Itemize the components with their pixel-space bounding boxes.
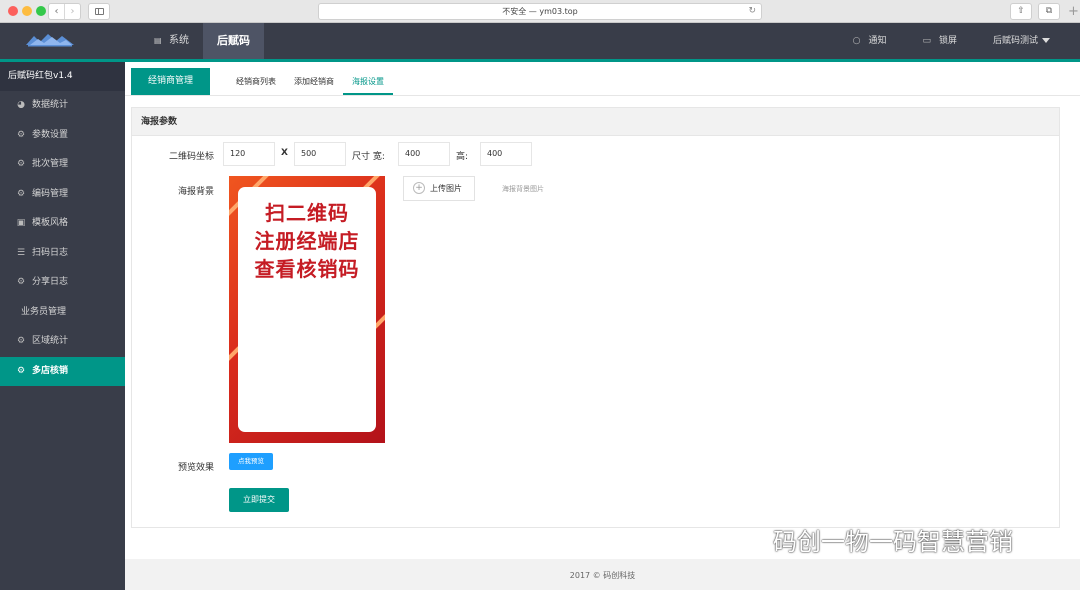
submit-button[interactable]: 立即提交 (229, 488, 289, 512)
header-right-actions: ○ 通知 ▭ 锁屏 后赋码测试 (817, 23, 1050, 59)
history-nav: ‹ › (48, 3, 81, 20)
panel-title: 海报参数 (132, 108, 1059, 136)
address-text: 不安全 — ym03.top (502, 7, 578, 16)
tab-poster-settings[interactable]: 海报设置 (343, 68, 393, 95)
size-width-label: 尺寸 宽: (352, 152, 385, 162)
footer: 2017 © 码创科技 (125, 559, 1080, 590)
tabs-overview-icon[interactable]: ⧉ (1038, 3, 1060, 20)
brand-logo (26, 34, 74, 47)
poster-line: 扫二维码 (265, 201, 349, 225)
qr-coords-label: 二维码坐标 (168, 152, 214, 162)
top-menu-system[interactable]: ▤ 系统 (140, 23, 203, 59)
upload-label: 上传图片 (430, 184, 462, 193)
notifications-label: 通知 (868, 36, 887, 46)
gear-icon: ⚙ (16, 188, 26, 199)
app-header: ▤ 系统 后赋码 ○ 通知 ▭ 锁屏 后赋码测试 (0, 23, 1080, 59)
sidebar-item-label: 批次管理 (32, 159, 69, 169)
wechat-icon (728, 531, 764, 555)
sidebar-item-label: 区域统计 (32, 336, 69, 346)
gear-icon: ⚙ (16, 277, 26, 287)
sidebar-item-batches[interactable]: ⚙ 批次管理 (0, 150, 125, 180)
forward-arrow-icon[interactable]: › (64, 4, 80, 19)
sidebar-item-scan-log[interactable]: ☰ 扫码日志 (0, 239, 125, 269)
lock-screen-button[interactable]: ▭ 锁屏 (922, 23, 957, 59)
height-input[interactable]: 400 (480, 142, 532, 166)
dealer-management-button[interactable]: 经销商管理 (131, 68, 210, 95)
stack-icon: ▤ (154, 36, 162, 45)
qr-x-input[interactable]: 120 (223, 142, 275, 166)
watermark-text: 码创一物一码智慧营销 (773, 528, 1013, 556)
browser-toolbar: ‹ › 不安全 — ym03.top ↻ ⇧ ⧉ + (0, 0, 1080, 23)
poster-background-image: 扫二维码 注册经端店 查看核销码 (229, 176, 385, 443)
zoom-window-button[interactable] (36, 6, 46, 16)
monitor-icon: ▭ (922, 36, 931, 46)
sidebar-item-label: 分享日志 (32, 277, 69, 287)
gear-icon: ⚙ (16, 159, 26, 169)
qr-y-input[interactable]: 500 (294, 142, 346, 166)
sidebar-item-label: 模板风格 (32, 218, 69, 228)
poster-bg-label: 海报背景 (177, 187, 214, 197)
bell-icon: ○ (852, 36, 861, 46)
plus-circle-icon: + (413, 182, 425, 194)
main-content: 经销商管理 经销商列表 添加经销商 海报设置 海报参数 二维码坐标 120 X … (125, 62, 1080, 559)
subnav-tabs: 经销商列表 添加经销商 海报设置 (227, 68, 393, 95)
poster-line: 查看核销码 (254, 257, 360, 281)
width-input[interactable]: 400 (398, 142, 450, 166)
new-tab-icon[interactable]: + (1068, 3, 1079, 20)
sidebar-item-label: 参数设置 (32, 129, 69, 140)
gear-icon: ⚙ (16, 336, 26, 346)
reload-icon[interactable]: ↻ (748, 4, 756, 19)
sidebar-title: 后赋码红包v1.4 (0, 62, 125, 91)
top-menu-label: 系统 (169, 35, 189, 46)
gear-icon: ⚙ (16, 365, 26, 376)
poster-headline: 扫二维码 注册经端店 查看核销码 (238, 199, 376, 283)
notifications-button[interactable]: ○ 通知 (853, 23, 887, 59)
list-icon: ☰ (16, 247, 26, 258)
pie-chart-icon: ◕ (17, 100, 25, 110)
close-window-button[interactable] (8, 6, 18, 16)
height-label: 高: (456, 152, 469, 162)
address-bar[interactable]: 不安全 — ym03.top ↻ (318, 3, 762, 20)
x-separator: X (281, 148, 288, 158)
sidebar-item-share-log[interactable]: ⚙ 分享日志 (0, 268, 125, 298)
sidebar: 后赋码红包v1.4 ◕ 数据统计 ⚙ 参数设置 ⚙ 批次管理 ⚙ 编码管理 ▣ 模板风格 … (0, 62, 125, 590)
upload-hint: 海报背景图片 (502, 185, 544, 193)
user-name: 后赋码测试 (992, 36, 1038, 46)
sidebar-item-data-stats[interactable]: ◕ 数据统计 (0, 91, 125, 121)
preview-label: 预览效果 (177, 463, 214, 473)
upload-image-button[interactable]: + 上传图片 (403, 176, 475, 201)
tab-dealer-list[interactable]: 经销商列表 (227, 68, 285, 95)
sidebar-item-multi-store[interactable]: ⚙ 多店核销 (0, 356, 125, 386)
lock-screen-label: 锁屏 (938, 36, 957, 46)
top-menu-houfuma[interactable]: 后赋码 (203, 23, 264, 59)
preview-button[interactable]: 点我预览 (229, 453, 273, 470)
user-menu[interactable]: 后赋码测试 (993, 23, 1050, 59)
poster-card: 扫二维码 注册经端店 查看核销码 (238, 187, 376, 432)
template-icon: ▣ (16, 218, 26, 228)
sidebar-item-label: 编码管理 (32, 188, 69, 199)
sidebar-item-salespeople[interactable]: 业务员管理 (0, 298, 125, 328)
sidebar-item-params[interactable]: ⚙ 参数设置 (0, 121, 125, 151)
back-arrow-icon[interactable]: ‹ (49, 4, 64, 19)
tab-add-dealer[interactable]: 添加经销商 (285, 68, 343, 95)
share-icon[interactable]: ⇧ (1010, 3, 1032, 20)
sidebar-item-templates[interactable]: ▣ 模板风格 (0, 209, 125, 239)
sub-navigation: 经销商管理 经销商列表 添加经销商 海报设置 (125, 62, 1080, 96)
poster-line: 注册经端店 (254, 229, 360, 253)
minimize-window-button[interactable] (22, 6, 32, 16)
sidebar-item-label: 多店核销 (32, 365, 69, 376)
top-menu: ▤ 系统 后赋码 (140, 23, 264, 59)
caret-down-icon (1042, 38, 1050, 43)
gear-icon: ⚙ (16, 129, 26, 140)
sidebar-item-label: 数据统计 (32, 100, 69, 110)
sidebar-item-label: 扫码日志 (32, 247, 69, 258)
top-menu-label: 后赋码 (217, 34, 250, 47)
sidebar-toggle-icon[interactable] (88, 3, 110, 20)
sidebar-item-region-stats[interactable]: ⚙ 区域统计 (0, 327, 125, 357)
sidebar-item-codes[interactable]: ⚙ 编码管理 (0, 180, 125, 210)
poster-params-panel: 海报参数 二维码坐标 120 X 500 尺寸 宽: 400 高: 400 海报… (131, 107, 1060, 528)
sidebar-item-label: 业务员管理 (21, 306, 67, 317)
